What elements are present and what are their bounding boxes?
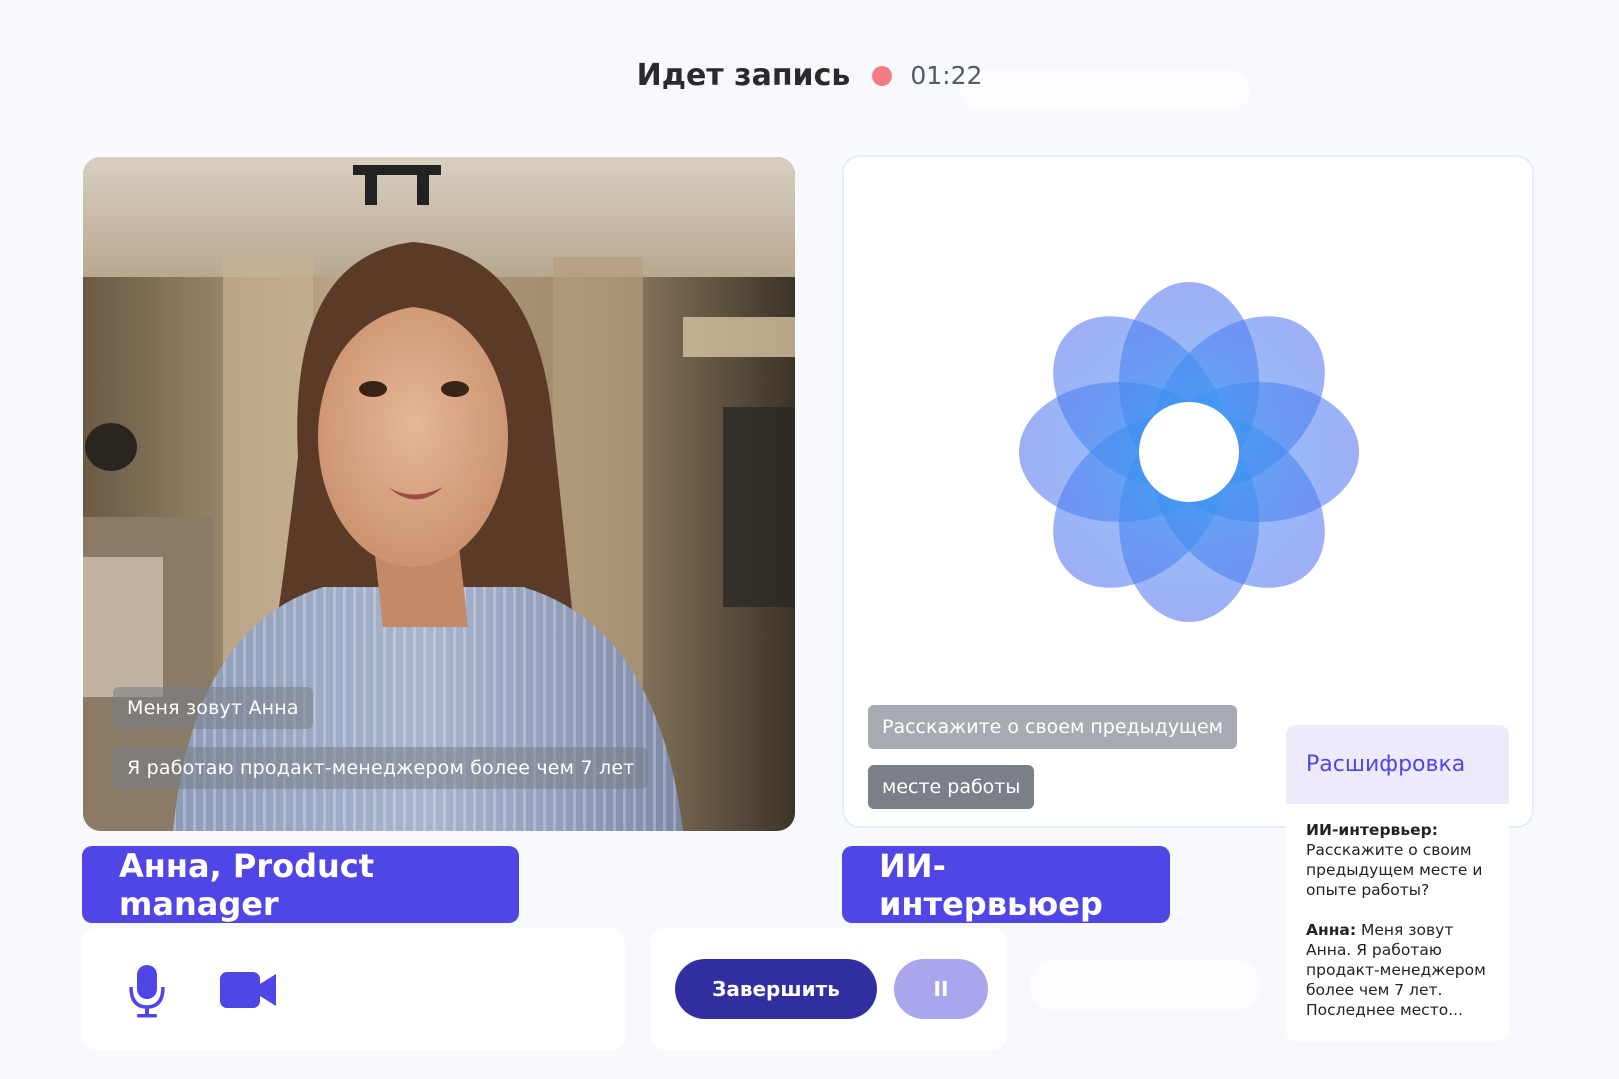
ai-caption-2: месте работы bbox=[868, 765, 1035, 809]
transcript-title[interactable]: Расшифровка bbox=[1286, 725, 1509, 804]
ai-name-tag: ИИ-интервьюер bbox=[842, 846, 1170, 923]
transcript-body: ИИ-интервьер: Расскажите о своим предыдущ… bbox=[1306, 820, 1501, 1040]
candidate-video-image bbox=[83, 157, 795, 831]
candidate-caption-1: Меня зовут Анна bbox=[113, 687, 313, 729]
media-controls-panel bbox=[82, 928, 625, 1050]
transcript-entry: Анна: Меня зовут Анна. Я работаю продакт… bbox=[1306, 920, 1501, 1020]
ai-caption-1: Расскажите о своем предыдущем bbox=[868, 705, 1237, 749]
transcript-entry: ИИ-интервьер: Расскажите о своим предыдущ… bbox=[1306, 820, 1501, 900]
transcript-text: Расскажите о своим предыдущем месте и оп… bbox=[1306, 841, 1483, 899]
recording-header: Идет запись 01:22 bbox=[0, 58, 1619, 93]
background-shape bbox=[1030, 960, 1260, 1010]
transcript-panel: Расшифровка ИИ-интервьер: Расскажите о св… bbox=[1286, 725, 1509, 1041]
recording-timer: 01:22 bbox=[910, 61, 983, 90]
video-camera-icon[interactable] bbox=[220, 970, 278, 1010]
transcript-speaker: Анна: bbox=[1306, 921, 1357, 939]
ai-flower-logo-icon bbox=[1019, 282, 1359, 622]
pause-button[interactable]: II bbox=[894, 959, 988, 1019]
candidate-video: Меня зовут Анна Я работаю продакт-менедж… bbox=[83, 157, 795, 831]
microphone-icon[interactable] bbox=[127, 963, 167, 1019]
recording-dot-icon bbox=[872, 65, 893, 86]
transcript-speaker: ИИ-интервьер: bbox=[1306, 821, 1438, 839]
candidate-name-tag: Анна, Product manager bbox=[82, 846, 519, 923]
end-interview-button[interactable]: Завершить bbox=[675, 959, 877, 1019]
page-title: Идет запись bbox=[636, 58, 851, 93]
candidate-caption-2: Я работаю продакт-менеджером более чем 7… bbox=[113, 747, 649, 789]
